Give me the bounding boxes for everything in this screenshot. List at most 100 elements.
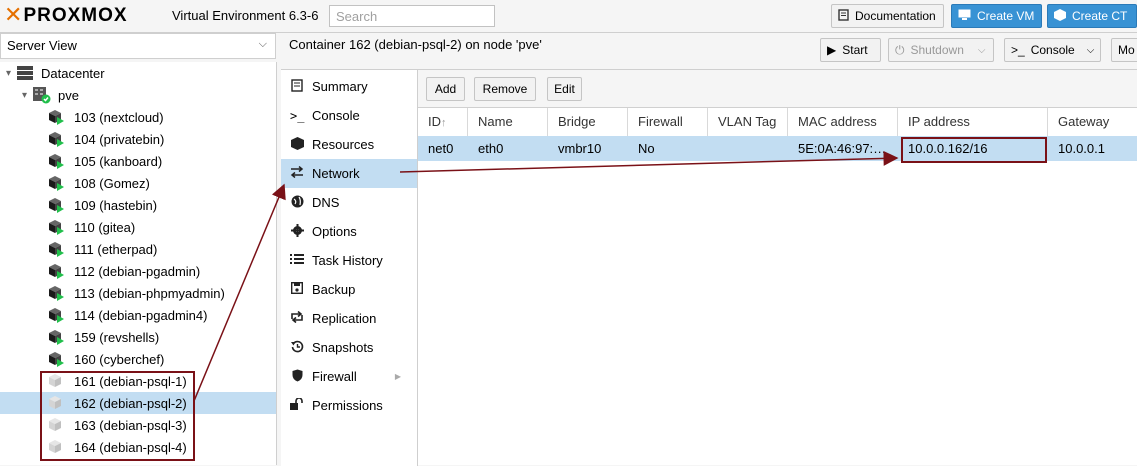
menu-item-dns[interactable]: DNS (281, 188, 417, 217)
collapse-icon[interactable]: ▾ (6, 68, 11, 79)
cell-bridge: vmbr10 (558, 141, 602, 156)
cell-mac: 5E:0A:46:97:… (798, 141, 887, 156)
cell-vlan (708, 136, 788, 161)
terminal-icon: >_ (1011, 43, 1025, 57)
list-icon (290, 253, 304, 268)
menu-item-backup[interactable]: Backup (281, 275, 417, 304)
network-grid: ID↑ Name Bridge Firewall VLAN Tag MAC ad… (418, 107, 1137, 465)
column-header-firewall[interactable]: Firewall (628, 108, 708, 136)
tree-item-container[interactable]: 112 (debian-pgadmin) (0, 260, 276, 282)
edit-button[interactable]: Edit (547, 77, 582, 101)
column-header-bridge[interactable]: Bridge (548, 108, 628, 136)
grid-header: ID↑ Name Bridge Firewall VLAN Tag MAC ad… (418, 107, 1137, 137)
add-button[interactable]: Add (426, 77, 465, 101)
power-icon: ⏻ (895, 42, 905, 57)
console-button[interactable]: >_ Console ⌵ (1004, 38, 1101, 62)
summary-icon (290, 78, 304, 95)
menu-item-options[interactable]: Options (281, 217, 417, 246)
tree-item-label: 105 (kanboard) (74, 153, 163, 169)
page-title: Container 162 (debian-psql-2) on node 'p… (289, 37, 542, 52)
more-button[interactable]: Mo (1111, 38, 1137, 62)
menu-item-replication[interactable]: Replication (281, 304, 417, 333)
tree-item-container[interactable]: 113 (debian-phpmyadmin) (0, 282, 276, 304)
container-icon (48, 175, 64, 191)
tree-item-container[interactable]: 109 (hastebin) (0, 194, 276, 216)
column-header-gateway[interactable]: Gateway (1048, 108, 1137, 136)
search-input[interactable]: Search (329, 5, 495, 27)
container-icon (48, 219, 64, 235)
tree-item-container[interactable]: 103 (nextcloud) (0, 106, 276, 128)
menu-item-network[interactable]: Network (281, 159, 417, 188)
menu-item-firewall[interactable]: Firewall ▶ (281, 362, 417, 391)
create-ct-button[interactable]: Create CT (1047, 4, 1137, 28)
floppy-icon (290, 281, 304, 297)
column-header-name[interactable]: Name (468, 108, 548, 136)
tree-item-container[interactable]: 111 (etherpad) (0, 238, 276, 260)
resource-tree: ▾ Datacenter ▾ pve 103 (nextcloud) 104 (p… (0, 62, 277, 465)
container-icon (48, 285, 64, 301)
documentation-button[interactable]: Documentation (831, 4, 944, 28)
view-selector[interactable]: Server View ⌵ (0, 33, 276, 59)
tree-item-container[interactable]: 104 (privatebin) (0, 128, 276, 150)
chevron-right-icon: ▶ (394, 372, 401, 381)
shutdown-button[interactable]: ⏻ Shutdown ⌵ (888, 38, 994, 62)
container-icon (48, 329, 64, 345)
menu-item-resources[interactable]: Resources (281, 130, 417, 159)
tree-item-label: 111 (etherpad) (74, 241, 158, 257)
monitor-icon (958, 9, 971, 23)
column-header-ip[interactable]: IP address (898, 108, 1048, 136)
cube-icon (1054, 8, 1066, 24)
container-icon (48, 197, 64, 213)
unlock-icon (290, 397, 304, 413)
globe-icon (290, 195, 304, 211)
tree-item-datacenter[interactable]: ▾ Datacenter (0, 62, 276, 84)
tree-item-container[interactable]: 160 (cyberchef) (0, 348, 276, 370)
tree-item-container[interactable]: 105 (kanboard) (0, 150, 276, 172)
sort-asc-icon: ↑ (441, 117, 447, 129)
container-icon (48, 307, 64, 323)
column-header-mac[interactable]: MAC address (788, 108, 898, 136)
logo-x-icon: ✕ (4, 3, 23, 28)
tree-item-container[interactable]: 114 (debian-pgadmin4) (0, 304, 276, 326)
menu-item-snapshots[interactable]: Snapshots (281, 333, 417, 362)
tree-item-label: 113 (debian-phpmyadmin) (74, 285, 225, 301)
cell-name: eth0 (478, 141, 504, 156)
server-icon (33, 87, 51, 104)
replication-icon (290, 310, 304, 326)
tree-item-label: 104 (privatebin) (74, 131, 165, 147)
menu-item-console[interactable]: >_ Console (281, 101, 417, 130)
shield-icon (290, 369, 304, 385)
proxmox-logo: ✕ PROXMOX (4, 3, 128, 28)
collapse-icon[interactable]: ▾ (22, 90, 27, 101)
annotation-box-ip (901, 137, 1047, 163)
console-icon: >_ (290, 108, 305, 123)
gear-icon (290, 223, 304, 240)
container-icon (48, 131, 64, 147)
tree-item-label: 112 (debian-pgadmin) (74, 263, 201, 279)
menu-item-permissions[interactable]: Permissions (281, 391, 417, 420)
chevron-down-icon: ⌵ (977, 44, 986, 56)
top-bar: ✕ PROXMOX Virtual Environment 6.3-6 Sear… (0, 0, 1137, 33)
container-icon (48, 153, 64, 169)
menu-item-task-history[interactable]: Task History (281, 246, 417, 275)
tree-item-label: 108 (Gomez) (74, 175, 150, 191)
tree-item-container[interactable]: 110 (gitea) (0, 216, 276, 238)
tree-item-node[interactable]: ▾ pve (0, 84, 276, 106)
container-icon (48, 109, 64, 125)
menu-item-summary[interactable]: Summary (281, 72, 417, 101)
remove-button[interactable]: Remove (474, 77, 536, 101)
tree-item-label: 103 (nextcloud) (74, 109, 164, 125)
datacenter-icon (17, 66, 33, 80)
history-icon (290, 340, 304, 356)
cell-gateway: 10.0.0.1 (1058, 141, 1105, 156)
tree-item-container[interactable]: 159 (revshells) (0, 326, 276, 348)
start-button[interactable]: ▶ Start (820, 38, 881, 62)
tree-item-container[interactable]: 108 (Gomez) (0, 172, 276, 194)
chevron-down-icon: ⌵ (1086, 44, 1095, 56)
container-icon (48, 263, 64, 279)
column-header-vlan[interactable]: VLAN Tag (708, 108, 788, 136)
chevron-down-icon: ⌵ (258, 38, 267, 50)
column-header-id[interactable]: ID↑ (418, 108, 468, 136)
create-vm-button[interactable]: Create VM (951, 4, 1042, 28)
annotation-box-containers (40, 371, 195, 461)
